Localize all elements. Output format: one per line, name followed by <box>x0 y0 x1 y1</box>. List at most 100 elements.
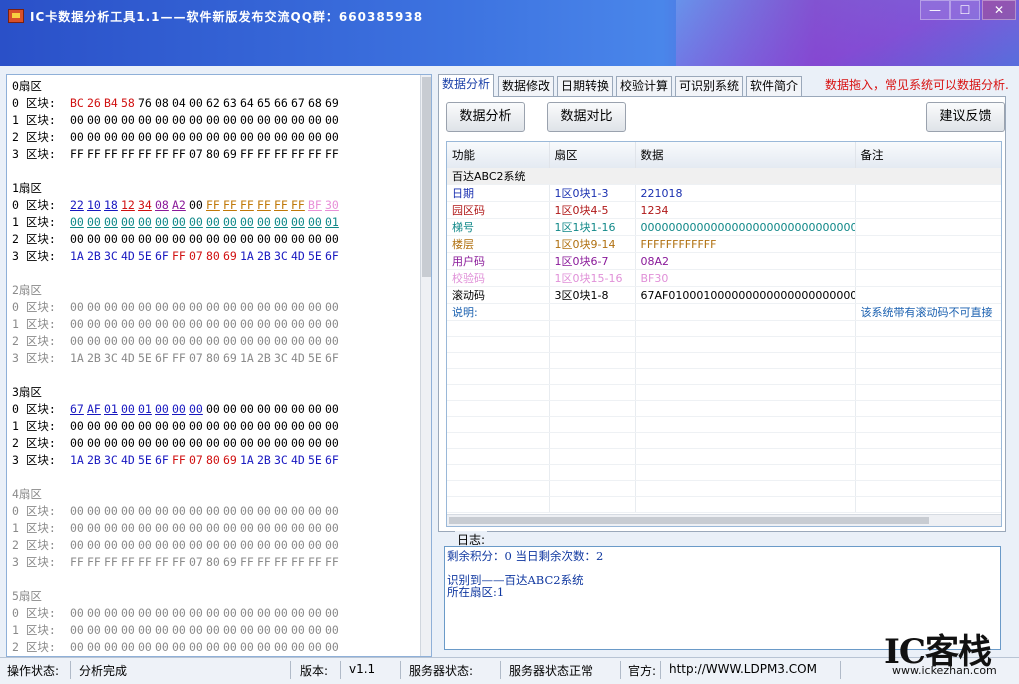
hex-byte: 00 <box>257 504 271 518</box>
analyze-button[interactable]: 数据分析 <box>446 102 525 132</box>
log-line: 识别到——百达ABC2系统 <box>447 573 584 587</box>
cell-func: 梯号 <box>447 218 550 236</box>
hex-byte: 00 <box>223 504 237 518</box>
cell-note <box>855 252 1001 270</box>
empty-cell <box>855 368 1001 385</box>
hex-byte: 00 <box>274 521 288 535</box>
hex-byte: 00 <box>189 538 203 552</box>
block-label: 2 区块: <box>12 538 56 552</box>
hex-byte: 00 <box>257 436 271 450</box>
col-header-note[interactable]: 备注 <box>855 142 1001 168</box>
hex-byte: 01 <box>104 402 118 416</box>
sector-title: 2扇区 <box>12 283 42 297</box>
hex-byte: 00 <box>104 504 118 518</box>
cell-sector: 1区0块6-7 <box>549 252 636 270</box>
hex-byte: 00 <box>257 623 271 637</box>
hex-byte: 00 <box>104 521 118 535</box>
tab-checksum[interactable]: 校验计算 <box>616 76 673 96</box>
hex-byte: 00 <box>223 419 237 433</box>
sector-block: 3扇区 0 区块: 67 AF 01 00 01 00 00 00 00 00 00 00 00 00 00 00… <box>12 384 342 469</box>
divider <box>340 661 341 679</box>
table-row[interactable]: 说明: 该系统带有滚动码不可直接 <box>447 303 1001 321</box>
tab-data-analysis[interactable]: 数据分析 <box>438 74 495 97</box>
cell-data: 1234 <box>635 201 856 219</box>
tab-supported-systems[interactable]: 可识别系统 <box>675 76 744 96</box>
empty-cell <box>447 352 550 369</box>
analysis-grid[interactable]: 功能 扇区 数据 备注 百达ABC2系统 日期 1区0块1-3 221018 园区码 1… <box>446 141 1002 527</box>
table-row[interactable]: 滚动码 3区0块1-8 67AF01000100000000000000000000… <box>447 286 1001 304</box>
hex-byte: 00 <box>223 300 237 314</box>
hex-byte: 00 <box>274 538 288 552</box>
empty-cell <box>447 416 550 433</box>
tab-about[interactable]: 软件简介 <box>746 76 803 96</box>
hex-byte: AF <box>87 402 101 416</box>
col-header-data[interactable]: 数据 <box>635 142 856 168</box>
hex-vertical-scrollbar[interactable] <box>420 75 431 656</box>
system-row[interactable]: 百达ABC2系统 <box>447 168 1001 185</box>
hex-byte: 00 <box>240 504 254 518</box>
table-row[interactable]: 校验码 1区0块15-16 BF30 <box>447 269 1001 287</box>
hex-byte: 00 <box>121 334 135 348</box>
hex-byte: 3C <box>104 351 118 365</box>
tab-data-modify[interactable]: 数据修改 <box>498 76 555 96</box>
empty-row <box>447 416 1001 433</box>
hex-byte: FF <box>325 147 339 161</box>
empty-cell <box>447 496 550 513</box>
compare-button[interactable]: 数据对比 <box>547 102 626 132</box>
col-header-sector[interactable]: 扇区 <box>549 142 636 168</box>
empty-cell <box>635 320 856 337</box>
hex-dump-panel[interactable]: 0扇区 0 区块: BC 26 B4 58 76 08 04 00 62 63 64 65 66 67 68 69… <box>6 74 432 657</box>
empty-row <box>447 448 1001 465</box>
sector-title: 1扇区 <box>12 181 42 195</box>
tab-date-convert[interactable]: 日期转换 <box>557 76 614 96</box>
table-row[interactable]: 园区码 1区0块4-5 1234 <box>447 201 1001 219</box>
hex-byte: 00 <box>155 640 169 654</box>
cell-func: 滚动码 <box>447 286 550 304</box>
tab-content: 数据分析 数据对比 建议反馈 功能 扇区 数据 备注 百达ABC2系统 日期 1… <box>438 96 1006 532</box>
table-row[interactable]: 用户码 1区0块6-7 08A2 <box>447 252 1001 270</box>
empty-cell <box>447 432 550 449</box>
empty-cell <box>855 384 1001 401</box>
table-row[interactable]: 日期 1区0块1-3 221018 <box>447 184 1001 202</box>
hex-byte: 00 <box>172 640 186 654</box>
status-site-label: 官方: <box>628 664 657 678</box>
hex-byte: 00 <box>87 538 101 552</box>
empty-cell <box>549 384 636 401</box>
block-label: 1 区块: <box>12 419 56 433</box>
log-line: 剩余积分：0 当日剩余次数：2 <box>447 549 604 563</box>
hex-byte: 00 <box>257 334 271 348</box>
table-row[interactable]: 梯号 1区1块1-16 000000000000000000000000000000… <box>447 218 1001 236</box>
scroll-thumb[interactable] <box>449 517 929 524</box>
cell-note <box>855 235 1001 253</box>
hex-row: 1 区块: 00 00 00 00 00 00 00 00 00 00 00 00 00 00 00 01 <box>12 214 342 231</box>
hex-byte: 26 <box>87 96 101 110</box>
hex-byte: 5E <box>308 351 322 365</box>
hex-byte: 00 <box>155 436 169 450</box>
minimize-button[interactable]: — <box>920 0 950 20</box>
official-site-link[interactable]: http://WWW.LDPM3.COM <box>669 662 817 676</box>
hex-byte: 00 <box>121 402 135 416</box>
status-version-label: 版本: <box>300 664 329 678</box>
empty-row <box>447 400 1001 417</box>
hex-byte: 4D <box>121 351 135 365</box>
table-row[interactable]: 楼层 1区0块9-14 FFFFFFFFFFFF <box>447 235 1001 253</box>
hex-byte: 3C <box>274 453 288 467</box>
hex-byte: 00 <box>138 419 152 433</box>
feedback-button[interactable]: 建议反馈 <box>926 102 1005 132</box>
hex-byte: 00 <box>308 215 322 229</box>
block-label: 0 区块: <box>12 300 56 314</box>
hex-byte: 00 <box>257 113 271 127</box>
grid-horizontal-scrollbar[interactable] <box>447 514 1001 526</box>
close-button[interactable]: ✕ <box>982 0 1016 20</box>
divider <box>660 661 661 679</box>
hex-byte: 00 <box>325 232 339 246</box>
scroll-thumb[interactable] <box>422 77 431 277</box>
maximize-button[interactable]: ☐ <box>950 0 980 20</box>
empty-cell <box>855 352 1001 369</box>
col-header-function[interactable]: 功能 <box>447 142 550 168</box>
hex-byte: 00 <box>104 113 118 127</box>
hex-row: 2 区块: 00 00 00 00 00 00 00 00 00 00 00 00 00 00 00 00 <box>12 435 342 452</box>
empty-cell <box>855 400 1001 417</box>
hex-byte: 00 <box>155 317 169 331</box>
hex-byte: 00 <box>155 113 169 127</box>
